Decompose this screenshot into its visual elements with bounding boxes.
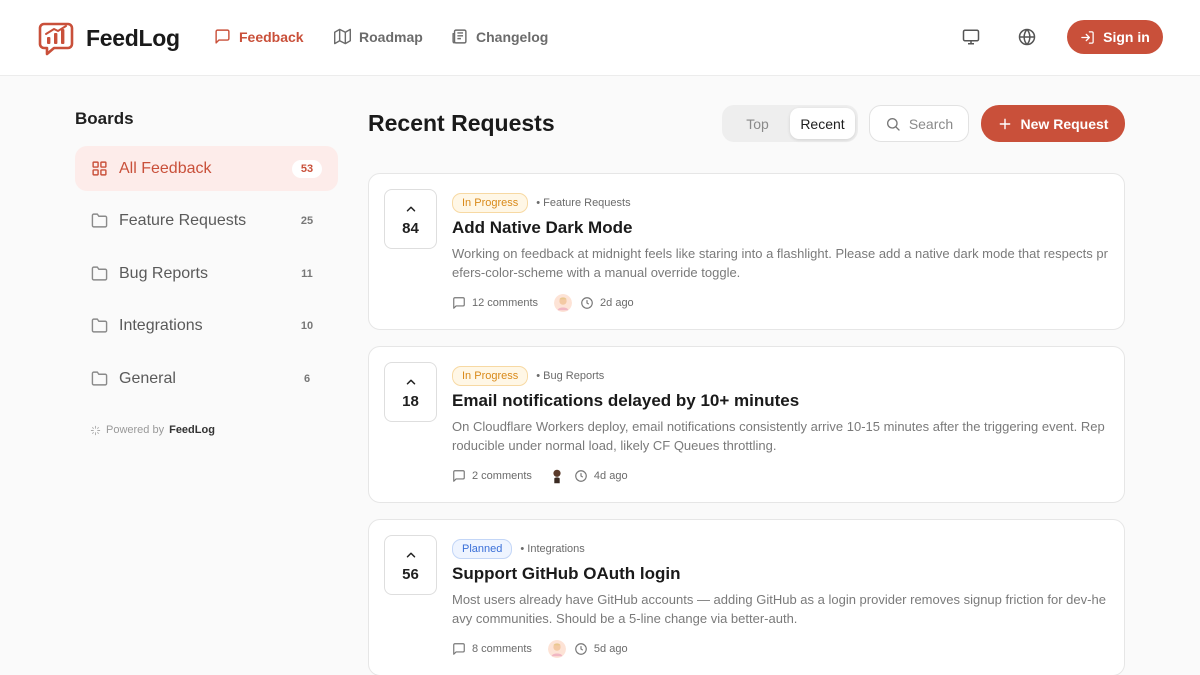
board-count: 10 [300,319,314,332]
board-count: 11 [301,267,313,280]
time-ago: 5d ago [593,643,628,655]
request-title[interactable]: Support GitHub OAuth login [452,564,681,584]
request-title[interactable]: Add Native Dark Mode [452,218,632,238]
board-all-feedback[interactable]: All Feedback 53 [75,146,338,191]
comment-icon [453,470,465,482]
folder-icon [91,371,108,386]
avatar [547,467,566,485]
vote-count: 84 [402,219,419,237]
card-meta: Planned • Integrations [452,539,585,559]
request-card[interactable]: 18 In Progress • Bug Reports Email notif… [368,346,1125,503]
powered-brand: FeedLog [169,424,215,436]
search-label: Search [908,115,954,132]
search-icon [886,117,900,131]
board-tag: • Feature Requests [536,197,631,209]
newspaper-icon [452,29,467,44]
avatar [547,640,566,658]
grid-icon [92,161,107,176]
boards-heading: Boards [75,109,134,128]
request-description: Working on feedback at midnight feels li… [452,246,1108,280]
upvote-button[interactable]: 18 [384,362,437,422]
globe-icon[interactable] [1018,28,1036,46]
monitor-icon[interactable] [962,28,980,46]
time-ago: 4d ago [593,470,628,482]
powered-by[interactable]: Powered by FeedLog [90,424,215,436]
board-label: Integrations [119,316,203,334]
board-bug-reports[interactable]: Bug Reports 11 [75,251,338,296]
board-count: 25 [300,214,314,227]
sparkle-icon [90,425,101,435]
request-card[interactable]: 84 In Progress • Feature Requests Add Na… [368,173,1125,330]
clock-icon [581,297,593,309]
folder-icon [91,318,108,333]
status-badge: Planned [452,539,513,559]
sort-recent-tab[interactable]: Recent [790,108,855,139]
nav-feedback[interactable]: Feedback [214,28,304,45]
top-header: FeedLog Feedback Roadmap Changelog Sign … [0,0,1200,76]
card-meta: In Progress • Feature Requests [452,193,631,213]
feedlog-logo-icon [38,22,74,56]
comment-count[interactable]: 8 comments [472,643,532,655]
plus-icon [999,118,1010,129]
status-badge: In Progress [452,193,529,213]
board-feature-requests[interactable]: Feature Requests 25 [75,198,338,243]
sort-top-tab[interactable]: Top [725,108,790,139]
sign-in-label: Sign in [1103,29,1150,45]
chevron-up-icon [406,551,415,558]
app-name: FeedLog [86,24,180,51]
upvote-button[interactable]: 84 [384,189,437,249]
clock-icon [575,470,587,482]
board-general[interactable]: General 6 [75,356,338,401]
time-ago: 2d ago [600,297,634,309]
card-footer: 2 comments 4d ago [452,467,628,485]
powered-prefix: Powered by [106,424,165,436]
chevron-up-icon [406,378,415,385]
board-tag: • Integrations [520,543,585,555]
upvote-button[interactable]: 56 [384,535,437,595]
nav-changelog[interactable]: Changelog [451,28,548,45]
request-card[interactable]: 56 Planned • Integrations Support GitHub… [368,519,1125,675]
nav-feedback-label: Feedback [239,28,304,45]
page-title: Recent Requests [368,110,555,136]
vote-count: 18 [402,392,419,410]
nav-roadmap-label: Roadmap [359,28,423,45]
comment-count[interactable]: 12 comments [472,297,538,309]
board-count: 53 [292,159,322,178]
board-count: 6 [303,372,311,385]
folder-icon [91,213,108,228]
board-integrations[interactable]: Integrations 10 [75,303,338,348]
sort-toggle: Top Recent [722,105,858,142]
nav-roadmap[interactable]: Roadmap [334,28,423,45]
new-request-button[interactable]: New Request [981,105,1125,142]
avatar [554,294,573,312]
search-button[interactable]: Search [869,105,969,142]
board-label: All Feedback [119,159,212,177]
board-label: Feature Requests [119,211,247,229]
request-title[interactable]: Email notifications delayed by 10+ minut… [452,391,799,411]
comment-icon [453,297,465,309]
request-description: On Cloudflare Workers deploy, email noti… [452,419,1105,453]
new-request-label: New Request [1020,115,1109,132]
nav-changelog-label: Changelog [476,28,549,45]
chevron-up-icon [406,205,415,212]
logo[interactable]: FeedLog [38,20,180,56]
vote-count: 56 [402,565,419,583]
comment-icon [453,643,465,655]
request-description: Most users already have GitHub accounts … [452,592,1106,626]
folder-icon [91,266,108,281]
clock-icon [575,643,587,655]
comment-count[interactable]: 2 comments [472,470,532,482]
log-in-icon [1081,30,1094,44]
status-badge: In Progress [452,366,529,386]
card-footer: 12 comments 2d ago [452,294,634,312]
board-label: Bug Reports [119,264,208,282]
message-square-icon [215,29,230,44]
board-label: General [119,369,176,387]
board-tag: • Bug Reports [536,370,605,382]
card-footer: 8 comments 5d ago [452,640,628,658]
map-icon [334,28,351,45]
sign-in-button[interactable]: Sign in [1067,20,1163,54]
card-meta: In Progress • Bug Reports [452,366,604,386]
